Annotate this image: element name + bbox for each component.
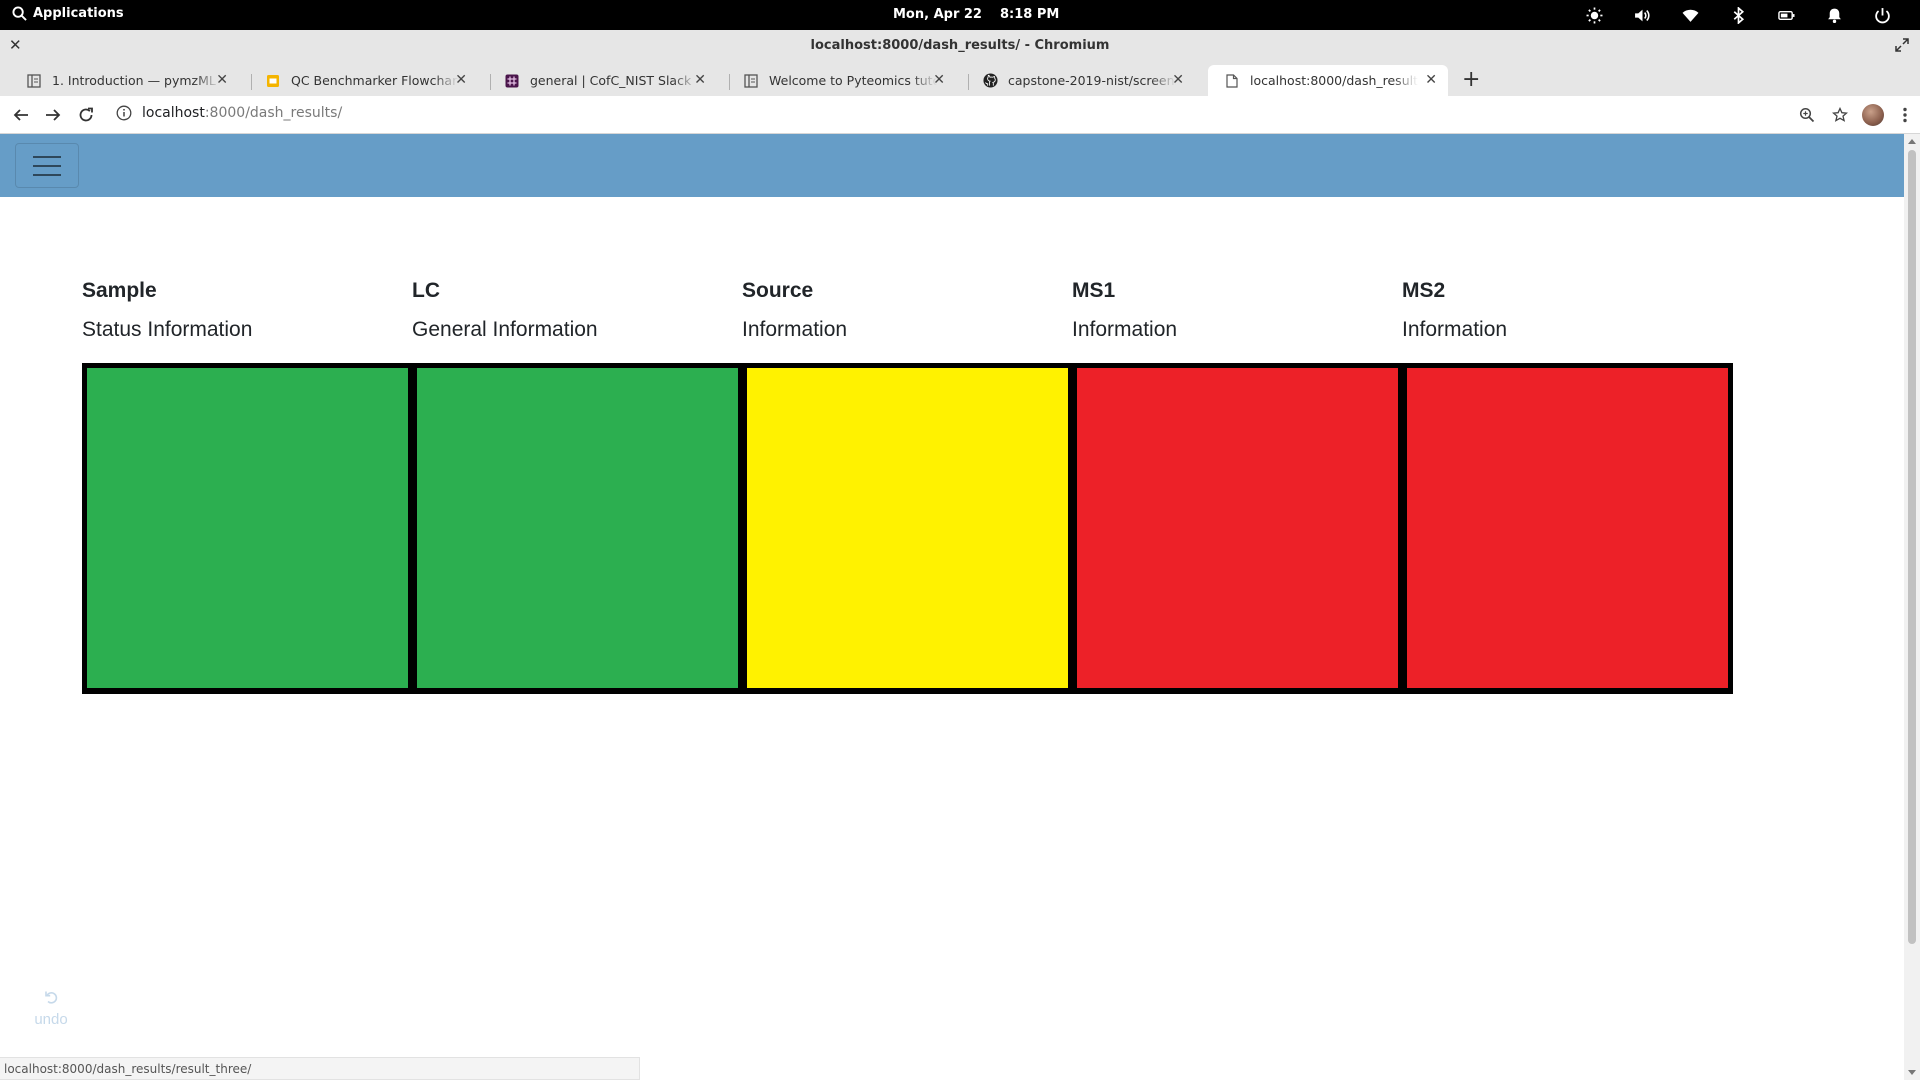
notification-bell-icon[interactable] xyxy=(1810,5,1858,25)
column-ms2: MS2 Information xyxy=(1402,279,1507,342)
scrollbar-thumb[interactable] xyxy=(1908,150,1916,944)
tab-github[interactable]: capstone-2019-nist/screenshots ✕ xyxy=(956,65,1195,96)
clock-time: 8:18 PM xyxy=(999,7,1060,22)
status-cell-sample[interactable] xyxy=(87,368,408,688)
column-sample: Sample Status Information xyxy=(82,279,252,342)
search-icon xyxy=(12,6,27,21)
slides-icon xyxy=(265,73,281,89)
page-scrollbar[interactable] xyxy=(1904,134,1920,1080)
tab-pymzml[interactable]: 1. Introduction — pymzML 2.0.6 documenta… xyxy=(0,65,239,96)
tab-close-icon[interactable]: ✕ xyxy=(1172,72,1184,88)
hamburger-menu-icon[interactable] xyxy=(15,143,79,188)
menu-kebab-icon[interactable] xyxy=(1890,107,1920,123)
applications-menu[interactable]: Applications xyxy=(12,6,124,21)
scroll-down-icon[interactable] xyxy=(1908,1070,1916,1075)
column-heading: Source xyxy=(742,279,814,302)
tab-strip: 1. Introduction — pymzML 2.0.6 documenta… xyxy=(0,62,1920,96)
battery-icon[interactable] xyxy=(1762,5,1810,25)
window-title: localhost:8000/dash_results/ - Chromium xyxy=(810,38,1110,53)
column-source: Source Information xyxy=(742,279,847,342)
tab-label: localhost:8000/dash_results/ xyxy=(1250,73,1418,88)
page-content: Sample Status Information LC General Inf… xyxy=(0,134,1904,1080)
tab-slack[interactable]: general | CofC_NIST Slack ✕ xyxy=(478,65,717,96)
status-cell-source[interactable] xyxy=(747,368,1068,688)
undo-label: undo xyxy=(34,1011,68,1028)
bluetooth-icon[interactable] xyxy=(1714,5,1762,25)
reload-icon[interactable] xyxy=(76,105,96,125)
profile-avatar[interactable] xyxy=(1862,104,1884,126)
tab-label: 1. Introduction — pymzML 2.0.6 documenta… xyxy=(52,73,220,88)
volume-icon[interactable] xyxy=(1618,5,1666,25)
status-board xyxy=(82,363,1733,694)
tab-label: Welcome to Pyteomics tutorial! xyxy=(769,73,937,88)
column-subheading: Information xyxy=(1072,318,1178,341)
scroll-up-icon[interactable] xyxy=(1908,139,1916,144)
status-cell-lc[interactable] xyxy=(417,368,738,688)
dash-navbar xyxy=(0,134,1904,197)
forward-arrow-icon[interactable] xyxy=(43,105,63,125)
github-icon xyxy=(982,73,998,89)
undo-arrow-icon xyxy=(45,991,58,1004)
zoom-icon[interactable] xyxy=(1790,107,1823,123)
column-heading: MS2 xyxy=(1402,279,1446,302)
column-subheading: Status Information xyxy=(82,318,253,341)
tab-dash-results[interactable]: localhost:8000/dash_results/ ✕ xyxy=(1208,65,1448,96)
link-status-bubble: localhost:8000/dash_results/result_three… xyxy=(0,1057,640,1080)
applications-label: Applications xyxy=(33,6,124,21)
wifi-icon[interactable] xyxy=(1666,5,1714,25)
tab-close-icon[interactable]: ✕ xyxy=(216,72,228,88)
url-path: :8000/dash_results/ xyxy=(204,105,343,121)
column-heading: LC xyxy=(412,279,440,302)
column-ms1: MS1 Information xyxy=(1072,279,1177,342)
tab-qc-benchmarker[interactable]: QC Benchmarker Flowcharts - Google Slide… xyxy=(239,65,478,96)
tab-label: general | CofC_NIST Slack xyxy=(530,73,692,88)
slack-icon xyxy=(504,73,520,89)
column-subheading: Information xyxy=(1402,318,1508,341)
window-titlebar: ✕ localhost:8000/dash_results/ - Chromiu… xyxy=(0,30,1920,62)
bookmark-star-icon[interactable] xyxy=(1823,107,1856,123)
status-cell-ms2[interactable] xyxy=(1407,368,1728,688)
page-icon xyxy=(1224,73,1240,89)
tab-close-icon[interactable]: ✕ xyxy=(933,72,945,88)
window-restore-icon[interactable] xyxy=(1894,37,1910,53)
tab-pyteomics[interactable]: Welcome to Pyteomics tutorial! ✕ xyxy=(717,65,956,96)
column-subheading: Information xyxy=(742,318,848,341)
tab-close-icon[interactable]: ✕ xyxy=(694,72,706,88)
undo-button[interactable]: undo xyxy=(30,989,72,1028)
column-subheading: General Information xyxy=(412,318,598,341)
power-icon[interactable] xyxy=(1858,5,1906,25)
doc-icon xyxy=(743,73,759,89)
tab-label: capstone-2019-nist/screenshots xyxy=(1008,73,1176,88)
column-heading: Sample xyxy=(82,279,157,302)
tab-close-icon[interactable]: ✕ xyxy=(455,72,467,88)
doc-icon xyxy=(26,73,42,89)
url-host: localhost xyxy=(142,105,205,121)
tab-label: QC Benchmarker Flowcharts - Google Slide… xyxy=(291,73,459,88)
back-arrow-icon[interactable] xyxy=(11,105,31,125)
tab-close-icon[interactable]: ✕ xyxy=(1425,72,1437,88)
status-cell-ms1[interactable] xyxy=(1077,368,1398,688)
new-tab-plus-icon[interactable]: + xyxy=(1462,67,1480,92)
info-icon[interactable] xyxy=(116,105,132,121)
address-bar[interactable]: localhost:8000/dash_results/ xyxy=(116,105,342,121)
system-top-bar: Applications Mon, Apr 22 8:18 PM xyxy=(0,0,1920,30)
clock[interactable]: Mon, Apr 22 8:18 PM xyxy=(893,7,1059,22)
column-heading: MS1 xyxy=(1072,279,1116,302)
night-light-icon[interactable] xyxy=(1570,5,1618,25)
clock-date: Mon, Apr 22 xyxy=(893,7,982,22)
column-lc: LC General Information xyxy=(412,279,598,342)
browser-toolbar: localhost:8000/dash_results/ xyxy=(0,96,1920,134)
